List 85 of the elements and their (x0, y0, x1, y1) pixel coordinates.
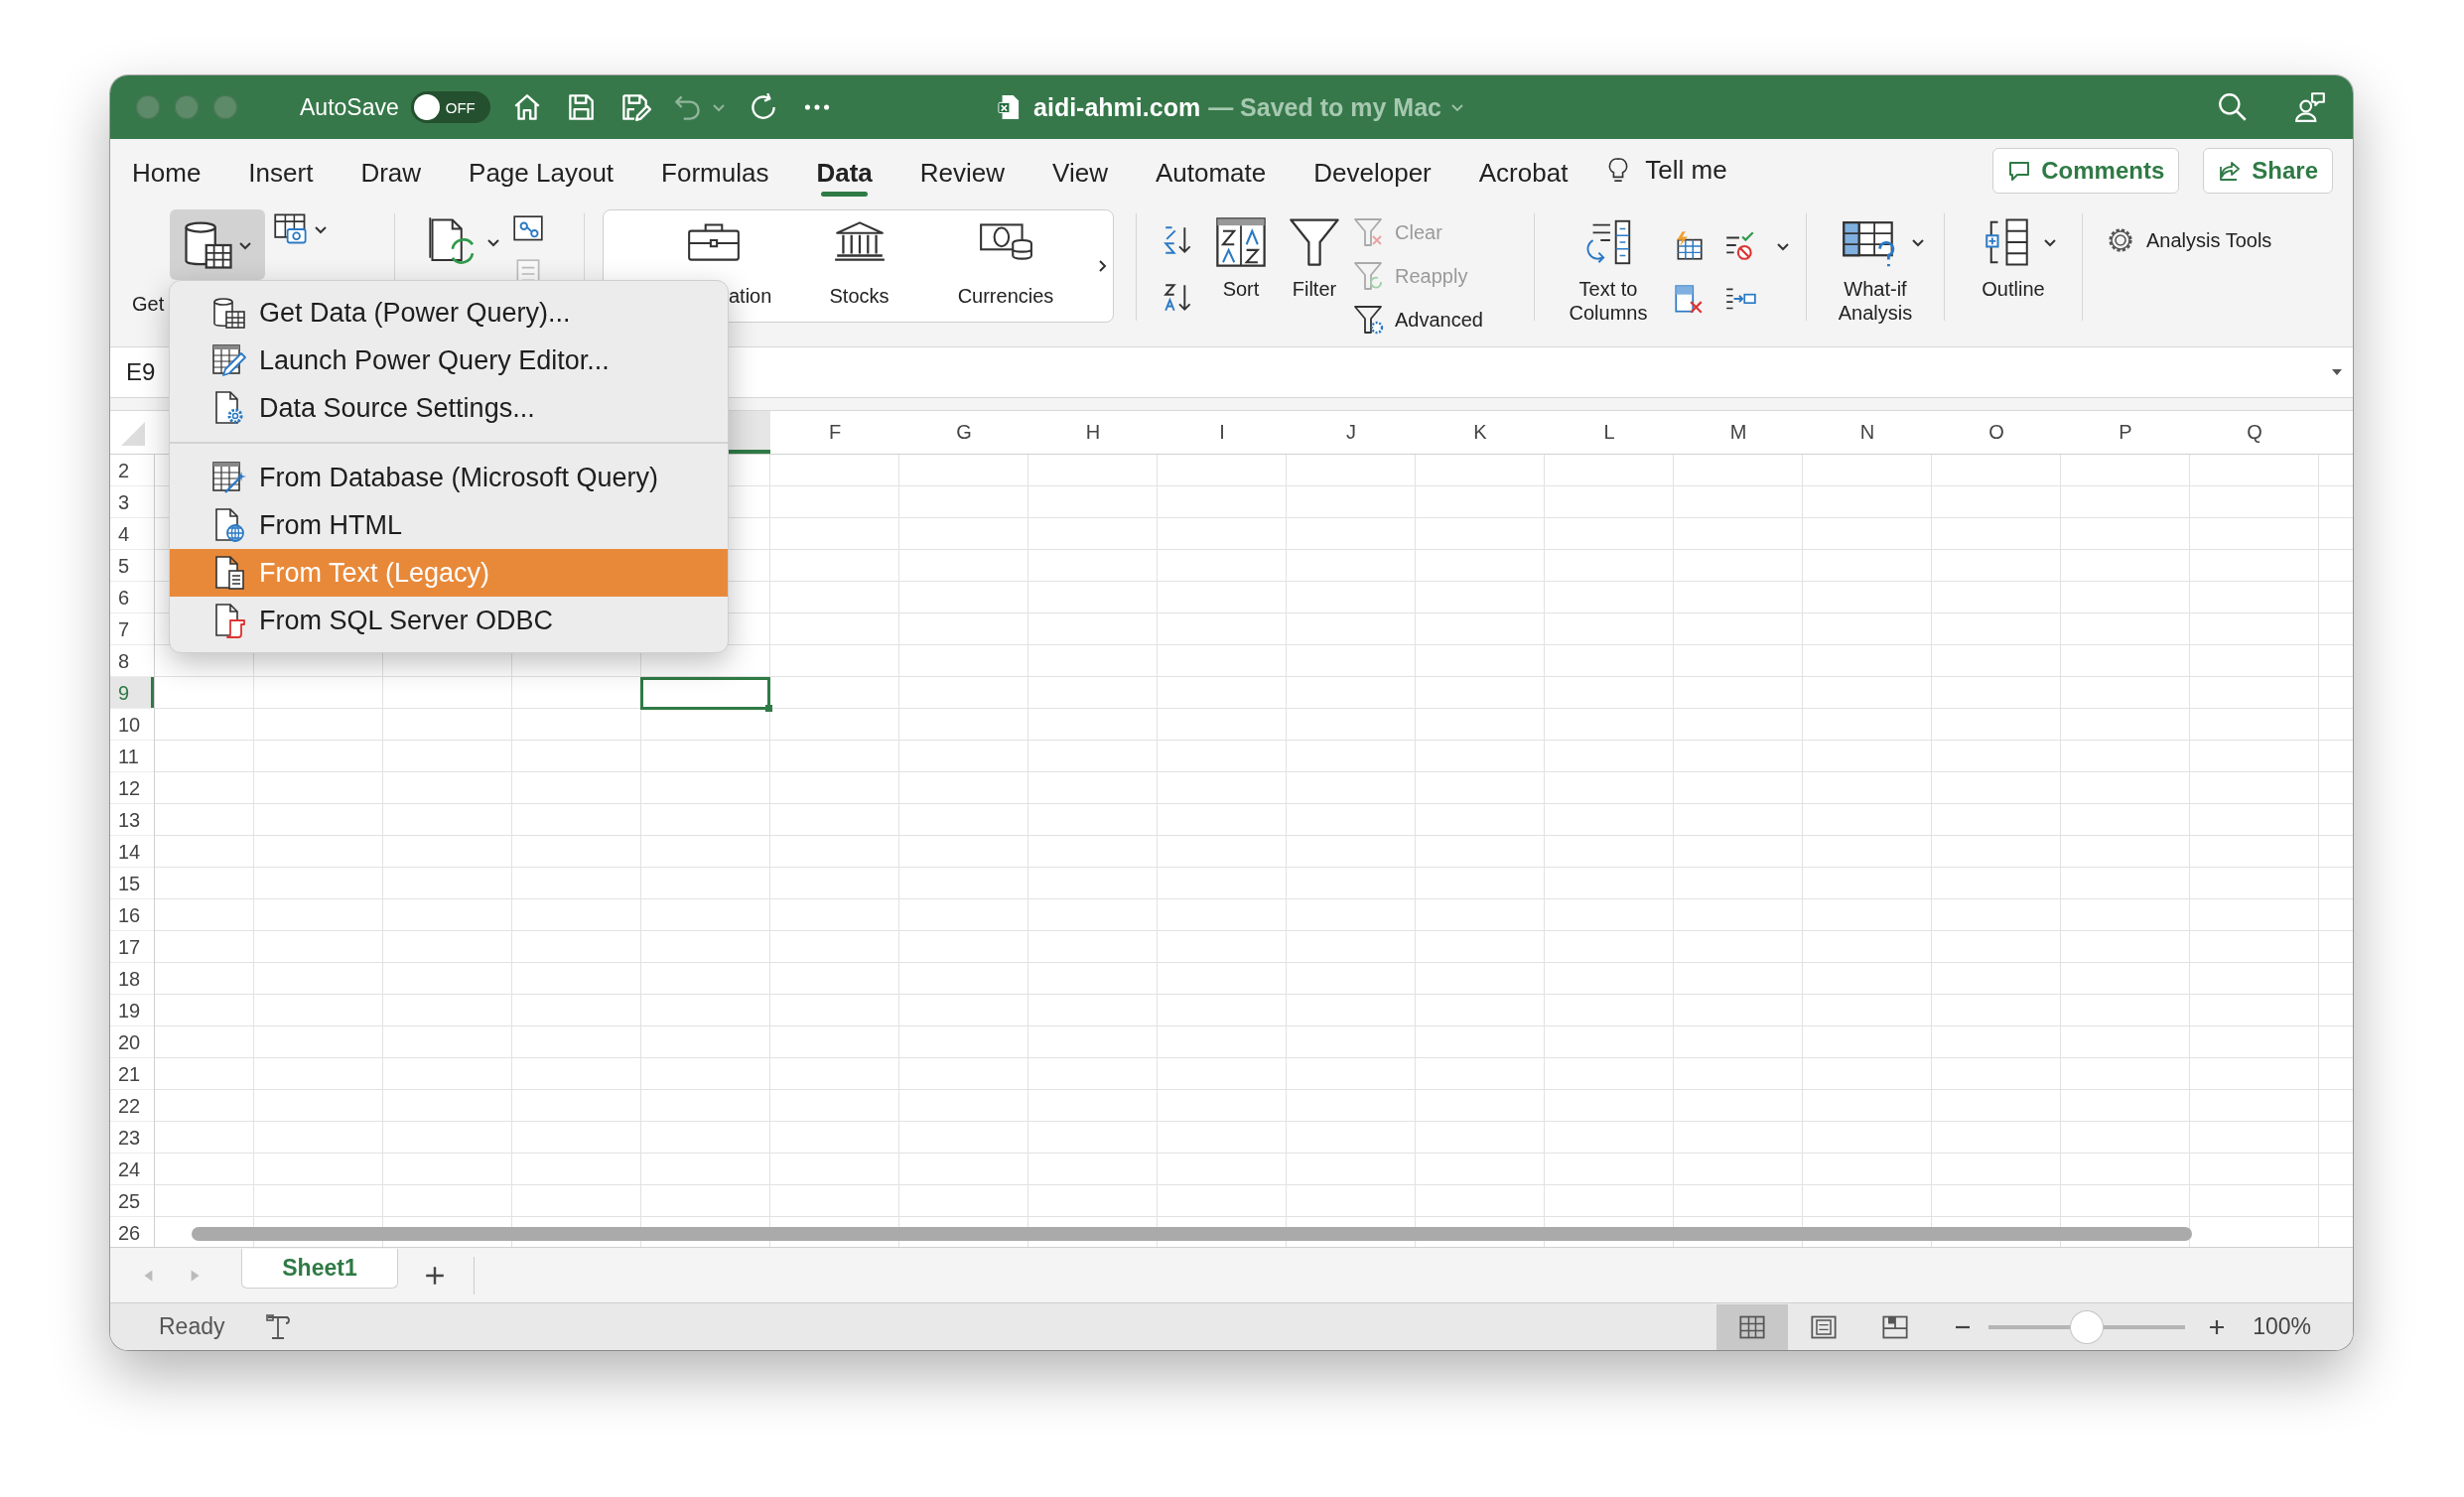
row-header[interactable]: 13 (110, 804, 154, 836)
briefcase-icon (685, 220, 743, 262)
get-data-label: Get (132, 292, 165, 316)
ribbon-tab[interactable]: Draw (360, 142, 422, 199)
ribbon-tab[interactable]: Formulas (661, 142, 769, 199)
currency-icon (977, 220, 1034, 262)
row-header[interactable]: 11 (110, 741, 154, 772)
ribbon-tab[interactable]: Automate (1155, 142, 1267, 199)
sort-icon (1214, 215, 1268, 269)
row-header[interactable]: 14 (110, 836, 154, 868)
ribbon-tab[interactable]: Developer (1313, 142, 1432, 199)
column-header[interactable]: G (899, 411, 1028, 454)
ribbon-tab[interactable]: Insert (248, 142, 314, 199)
zoom-level[interactable]: 100% (2253, 1313, 2311, 1340)
ribbon-tab[interactable]: Acrobat (1478, 142, 1569, 199)
horizontal-scrollbar[interactable] (192, 1227, 2192, 1241)
normal-view-button[interactable] (1716, 1303, 1789, 1350)
window-title: aidi-ahmi.com (1033, 92, 1201, 122)
column-header[interactable]: P (2061, 411, 2190, 454)
column-header[interactable]: Q (2190, 411, 2319, 454)
row-header[interactable]: 19 (110, 995, 154, 1026)
advanced-filter-button[interactable]: Advanced (1353, 301, 1483, 339)
row-header[interactable]: 2 (110, 455, 154, 486)
row-header[interactable]: 21 (110, 1058, 154, 1090)
row-header[interactable]: 3 (110, 486, 154, 518)
selected-cell[interactable] (640, 677, 770, 710)
row-header[interactable]: 5 (110, 550, 154, 582)
data-type-button[interactable]: Currencies (916, 210, 1095, 322)
row-header[interactable]: 6 (110, 582, 154, 613)
row-header[interactable]: 17 (110, 931, 154, 963)
row-header[interactable]: 16 (110, 899, 154, 931)
outline-button[interactable]: Outline (1969, 215, 2058, 301)
filter-button[interactable]: Filter (1288, 215, 1341, 301)
column-header[interactable]: L (1545, 411, 1674, 454)
funnel-refresh-icon (1353, 260, 1385, 292)
what-if-analysis-button[interactable]: What-if Analysis (1821, 215, 1930, 325)
column-header[interactable]: K (1416, 411, 1545, 454)
comments-button[interactable]: Comments (1992, 147, 2180, 194)
row-header[interactable]: 18 (110, 963, 154, 995)
ribbon-tab[interactable]: View (1052, 142, 1108, 199)
menu-item[interactable]: From HTML (170, 501, 728, 549)
menu-item[interactable]: From SQL Server ODBC (170, 597, 728, 644)
table-wand-icon (211, 460, 247, 495)
column-header[interactable]: M (1674, 411, 1803, 454)
status-text: Ready (159, 1313, 225, 1340)
row-header[interactable]: 10 (110, 709, 154, 741)
get-data-button[interactable] (170, 209, 265, 280)
column-header[interactable]: N (1803, 411, 1932, 454)
sheet-tab[interactable]: Sheet1 (241, 1248, 398, 1289)
column-header[interactable]: J (1287, 411, 1416, 454)
row-header[interactable]: 9 (110, 677, 154, 709)
row-header[interactable]: 12 (110, 772, 154, 804)
funnel-gear-icon (1353, 304, 1385, 336)
row-header[interactable]: 4 (110, 518, 154, 550)
data-type-button[interactable]: Stocks (802, 210, 916, 322)
column-header[interactable]: O (1932, 411, 2061, 454)
row-header[interactable]: 23 (110, 1122, 154, 1154)
sort-button[interactable]: Sort (1214, 215, 1268, 301)
ribbon-tab[interactable]: Page Layout (469, 142, 615, 199)
row-header[interactable]: 25 (110, 1185, 154, 1217)
autosave-label: AutoSave (300, 93, 399, 121)
database-table-icon (211, 295, 247, 331)
share-button[interactable]: Share (2203, 147, 2333, 194)
column-header[interactable]: H (1028, 411, 1158, 454)
row-header[interactable]: 15 (110, 868, 154, 899)
add-sheet-icon[interactable] (424, 1264, 446, 1287)
funnel-icon (1288, 215, 1341, 269)
row-header[interactable]: 24 (110, 1154, 154, 1185)
tell-me-search[interactable]: Tell me (1645, 155, 1727, 186)
person-chat-icon[interactable] (2293, 90, 2327, 124)
ribbon-tab[interactable]: Home (132, 142, 202, 199)
spreadsheet-file-icon (998, 94, 1021, 120)
menu-item[interactable]: From Database (Microsoft Query) (170, 454, 728, 501)
analysis-tools-button[interactable]: Analysis Tools (2105, 221, 2272, 259)
text-to-columns-button[interactable]: Text to Columns (1549, 215, 1668, 325)
row-header[interactable]: 22 (110, 1090, 154, 1122)
funnel-x-icon (1353, 216, 1385, 248)
column-header[interactable]: I (1158, 411, 1287, 454)
row-header[interactable]: 20 (110, 1026, 154, 1058)
ribbon-tab[interactable]: Review (919, 142, 1006, 199)
row-header[interactable]: 7 (110, 613, 154, 645)
autosave-toggle[interactable]: OFF (410, 91, 490, 123)
column-header[interactable]: F (770, 411, 899, 454)
table-pencil-icon (211, 342, 247, 378)
ribbon-tab[interactable]: Data (816, 142, 873, 199)
